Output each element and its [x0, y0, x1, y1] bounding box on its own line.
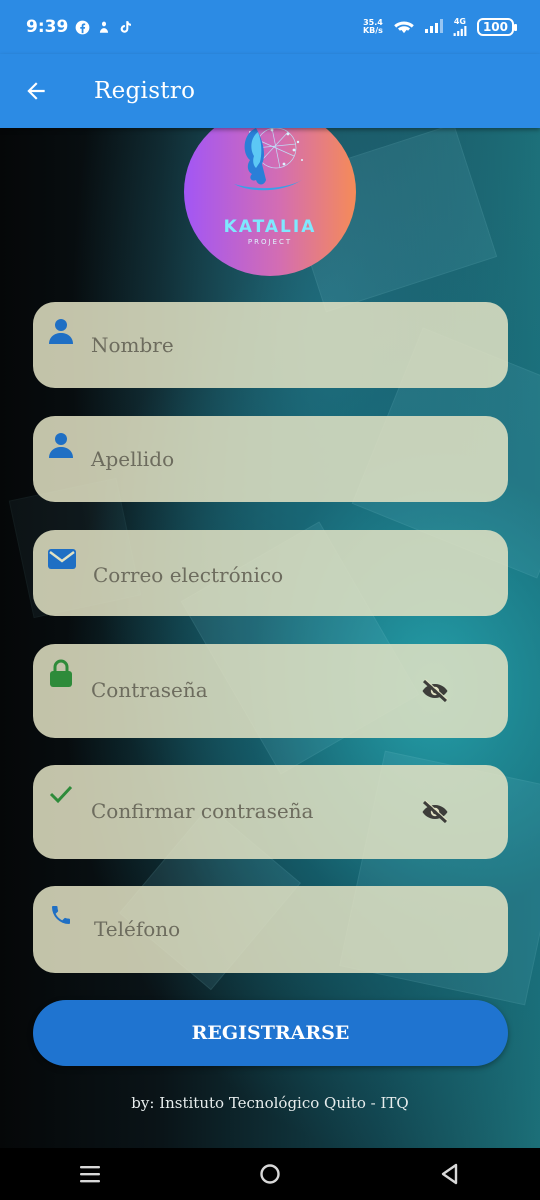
email-placeholder: Correo electrónico	[93, 563, 284, 587]
last-name-field[interactable]: Apellido	[33, 416, 508, 502]
notification-icon	[96, 19, 112, 35]
password-field[interactable]: Contraseña	[33, 644, 508, 738]
wifi-icon	[393, 18, 415, 37]
eye-off-icon[interactable]	[420, 676, 450, 706]
page-title: Registro	[94, 78, 196, 104]
signal-4g: 4G	[453, 18, 467, 36]
phone-field[interactable]: Teléfono	[33, 886, 508, 973]
back-button[interactable]	[18, 73, 54, 109]
system-nav-bar	[0, 1148, 540, 1200]
system-back-button[interactable]	[426, 1150, 474, 1198]
battery-icon: 100	[476, 18, 518, 36]
last-name-placeholder: Apellido	[91, 447, 175, 471]
facebook-icon	[74, 19, 90, 35]
email-icon	[48, 546, 76, 572]
person-icon	[48, 318, 74, 344]
password-placeholder: Contraseña	[91, 678, 208, 702]
signal-icon	[424, 18, 443, 36]
tiktok-icon	[118, 19, 134, 35]
status-time: 9:39	[26, 17, 69, 37]
first-name-placeholder: Nombre	[91, 333, 174, 357]
person-icon	[48, 432, 74, 458]
battery-level: 100	[482, 20, 508, 34]
confirm-password-placeholder: Confirmar contraseña	[91, 799, 314, 823]
registration-screen: KATALIA PROJECT Nombre Apellido Correo e…	[0, 128, 540, 1148]
lock-icon	[48, 659, 74, 687]
email-field[interactable]: Correo electrónico	[33, 530, 508, 616]
eye-off-icon[interactable]	[420, 797, 450, 827]
recent-apps-button[interactable]	[66, 1150, 114, 1198]
network-type: 4G	[453, 17, 466, 26]
home-circle-icon	[260, 1164, 280, 1184]
arrow-left-icon	[27, 82, 45, 100]
status-right: 35.4 KB/s 4G 100	[363, 18, 518, 37]
menu-lines-icon	[80, 1166, 100, 1183]
logo-face-icon	[234, 128, 303, 191]
back-triangle-icon	[441, 1163, 458, 1185]
confirm-password-field[interactable]: Confirmar contraseña	[33, 765, 508, 859]
logo-name: KATALIA	[223, 217, 317, 237]
home-button[interactable]	[246, 1150, 294, 1198]
first-name-field[interactable]: Nombre	[33, 302, 508, 388]
phone-placeholder: Teléfono	[94, 917, 181, 941]
phone-icon	[48, 902, 74, 928]
network-speed-unit: KB/s	[362, 26, 383, 35]
logo-subtitle: PROJECT	[247, 238, 293, 246]
register-button[interactable]: REGISTRARSE	[33, 1000, 508, 1066]
network-speed: 35.4 KB/s	[363, 19, 383, 35]
status-bar: 9:39 35.4 KB/s 4G 100	[0, 0, 540, 54]
footer-credit: by: Instituto Tecnológico Quito - ITQ	[131, 1094, 409, 1112]
status-left: 9:39	[26, 17, 134, 37]
app-bar: Registro	[0, 54, 540, 128]
check-icon	[48, 781, 74, 807]
